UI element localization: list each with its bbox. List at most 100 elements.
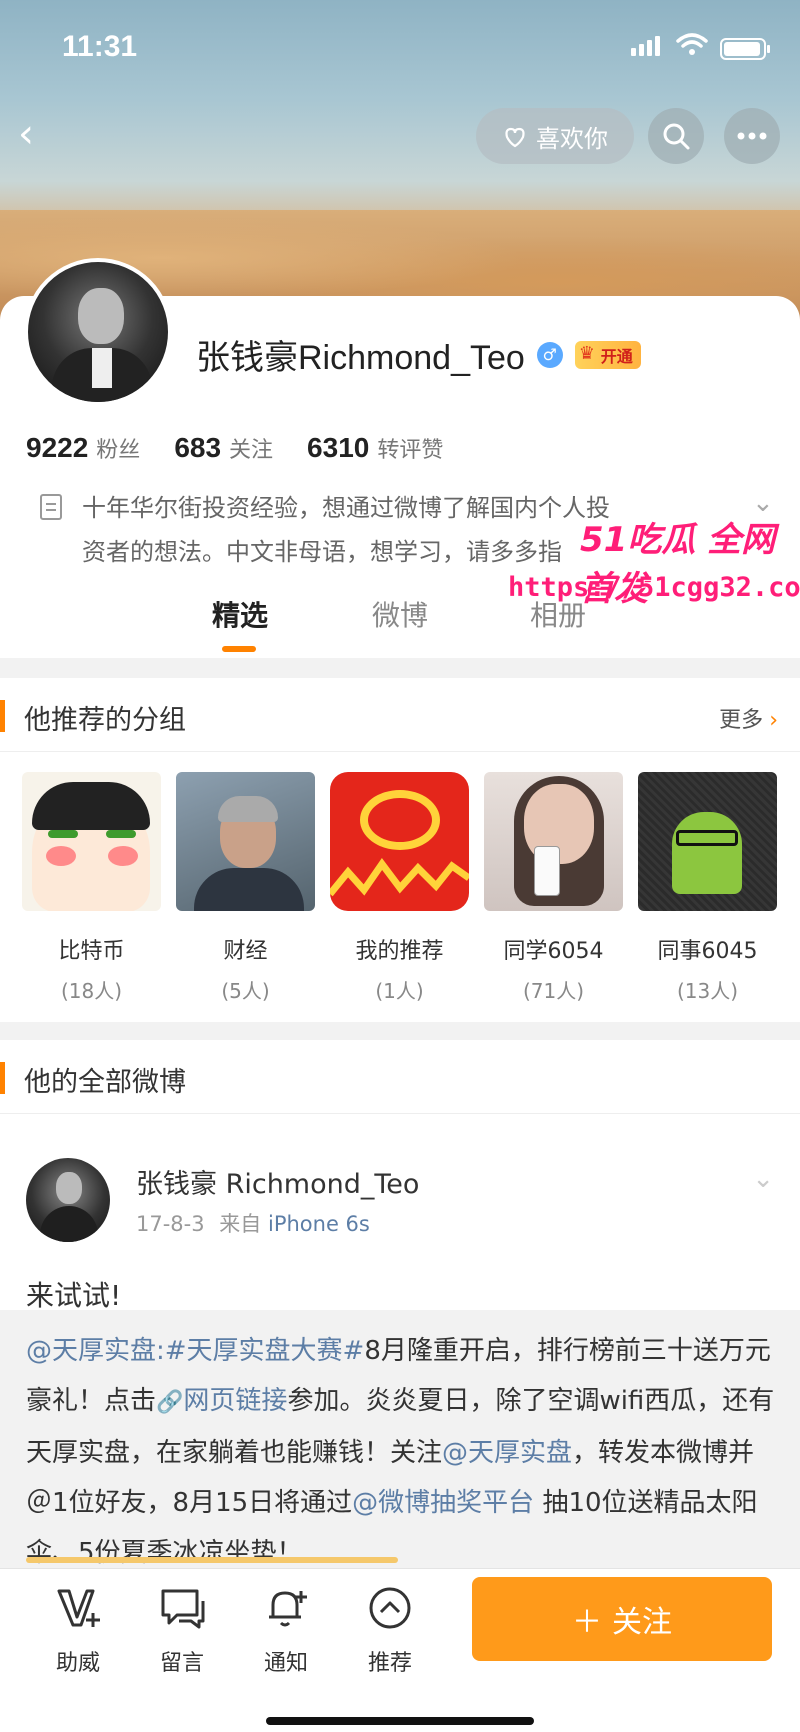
bio-line: 十年华尔街投资经验，想通过微博了解国内个人投 [82, 494, 610, 522]
content-peek [26, 1557, 398, 1563]
post-meta: 17-8-3 来自 iPhone 6s [136, 1208, 370, 1238]
status-time: 11:31 [62, 30, 138, 63]
group-thumbnail [484, 772, 623, 911]
message-icon [161, 1589, 205, 1629]
message-button[interactable]: 留言 [142, 1583, 222, 1677]
stat-label: 转评赞 [377, 438, 444, 463]
search-button[interactable] [648, 108, 704, 164]
bio-text: 十年华尔街投资经验，想通过微博了解国内个人投 资者的想法。中文非母语，想学习，请… [82, 486, 682, 574]
group-item[interactable]: 比特币 (18人) [22, 772, 161, 1004]
stat-num: 9222 [26, 432, 89, 463]
repost-mention-link[interactable]: @天厚实盘 [442, 1438, 572, 1468]
group-thumbnail [330, 772, 469, 911]
section-accent-bar [0, 700, 5, 732]
post-source: iPhone 6s [267, 1212, 370, 1236]
active-tab-indicator [222, 646, 256, 652]
like-you-label: 喜欢你 [536, 124, 608, 153]
cheer-label: 助威 [55, 1651, 100, 1676]
repost-mention-link[interactable]: @天厚实盘:#天厚实盘大赛# [26, 1336, 364, 1366]
reposted-content[interactable]: @天厚实盘:#天厚实盘大赛#8月隆重开启，排行榜前三十送万元豪礼！点击🔗网页链接… [0, 1310, 800, 1570]
search-icon [663, 123, 690, 150]
group-count: (71人) [522, 979, 585, 1003]
vip-badge[interactable]: 开通 [574, 340, 641, 369]
profile-stats: 9222 粉丝 683 关注 6310 转评赞 [26, 432, 443, 464]
repost-mention-link[interactable]: @微博抽奖平台 [352, 1488, 534, 1518]
hand-heart-icon [505, 127, 525, 148]
profile-tabs: 精选 微博 相册 [0, 590, 800, 658]
group-name: 同学6054 [503, 939, 604, 964]
chevron-down-icon[interactable]: ⌄ [752, 488, 774, 518]
male-icon: ♂ [536, 341, 563, 368]
stat-label: 粉丝 [96, 438, 141, 463]
stat-following[interactable]: 683 关注 [174, 432, 273, 464]
home-indicator [266, 1717, 534, 1725]
more-label: 更多 [719, 708, 764, 733]
more-link[interactable]: 更多 › [719, 702, 778, 734]
stat-interactions[interactable]: 6310 转评赞 [307, 432, 443, 464]
stat-num: 6310 [307, 432, 370, 463]
group-name: 财经 [223, 939, 268, 964]
bottom-action-bar: 助威 留言 通知 推荐 ＋ 关注 [0, 1557, 800, 1732]
link-icon: 🔗 [156, 1390, 184, 1415]
cheer-icon [57, 1589, 100, 1627]
tab-album[interactable]: 相册 [530, 594, 586, 634]
profile-name-row: 张钱豪Richmond_Teo ♂ 开通 [196, 330, 641, 379]
back-icon[interactable]: ‹ [18, 114, 58, 154]
group-count: (18人) [60, 979, 123, 1003]
message-label: 留言 [159, 1651, 204, 1676]
section-header: 他推荐的分组 更多 › [0, 678, 800, 752]
profile-name: 张钱豪Richmond_Teo [196, 339, 525, 377]
recommend-icon [369, 1587, 411, 1629]
notify-label: 通知 [263, 1651, 308, 1676]
stat-fans[interactable]: 9222 粉丝 [26, 432, 140, 464]
tab-weibo[interactable]: 微博 [372, 594, 428, 634]
follow-button[interactable]: ＋ 关注 [472, 1577, 772, 1661]
group-count: (5人) [221, 979, 270, 1003]
cheer-button[interactable]: 助威 [38, 1583, 118, 1677]
signal-icon [631, 36, 660, 56]
profile-avatar[interactable] [24, 258, 172, 406]
group-name: 同事6045 [657, 939, 758, 964]
bio-line: 资者的想法。中文非母语，想学习，请多多指 [82, 538, 562, 566]
group-item[interactable]: 同学6054 (71人) [484, 772, 623, 1004]
group-item[interactable]: 同事6045 (13人) [638, 772, 777, 1004]
chevron-down-icon[interactable]: ⌄ [752, 1164, 774, 1194]
group-thumbnail [176, 772, 315, 911]
stat-num: 683 [174, 432, 222, 463]
more-button[interactable] [724, 108, 780, 164]
post-avatar[interactable] [26, 1158, 110, 1242]
notify-button[interactable]: 通知 [246, 1583, 326, 1677]
post-text: 来试试! [26, 1279, 122, 1312]
status-bar: 11:31 [0, 0, 800, 90]
document-icon [40, 494, 62, 520]
more-icon [737, 132, 767, 140]
tab-featured[interactable]: 精选 [212, 594, 268, 634]
recommend-button[interactable]: 推荐 [350, 1583, 430, 1677]
group-item[interactable]: 我的推荐 (1人) [330, 772, 469, 1004]
group-count: (13人) [676, 979, 739, 1003]
web-link-label: 网页链接 [183, 1386, 288, 1416]
post-from: 来自 [219, 1212, 262, 1236]
stat-label: 关注 [229, 438, 274, 463]
section-title: 他的全部微博 [24, 1067, 186, 1098]
battery-icon [720, 38, 770, 60]
section-header: 他的全部微博 [0, 1040, 800, 1114]
group-name: 我的推荐 [355, 939, 444, 964]
recommend-label: 推荐 [367, 1651, 412, 1676]
group-thumbnail [638, 772, 777, 911]
web-link[interactable]: 🔗网页链接 [156, 1386, 287, 1416]
group-thumbnail [22, 772, 161, 911]
group-item[interactable]: 财经 (5人) [176, 772, 315, 1004]
like-you-button[interactable]: 喜欢你 [476, 108, 634, 164]
section-accent-bar [0, 1062, 5, 1094]
chevron-right-icon: › [769, 708, 778, 733]
plus-icon: ＋ [572, 1605, 602, 1640]
post-author[interactable]: 张钱豪 Richmond_Teo [136, 1162, 419, 1201]
group-list: 比特币 (18人) 财经 (5人) 我的推荐 (1人) 同学6054 (71人)… [22, 772, 777, 1004]
bell-icon [269, 1591, 307, 1627]
follow-label: 关注 [612, 1605, 672, 1640]
vip-label: 开通 [600, 346, 633, 366]
repost-text: @天厚实盘:#天厚实盘大赛#8月隆重开启，排行榜前三十送万元豪礼！点击🔗网页链接… [26, 1326, 776, 1578]
group-name: 比特币 [58, 939, 125, 964]
recommended-groups-section: 他推荐的分组 更多› 比特币 (18人) 财经 (5人) 我的推荐 (1人) [0, 678, 800, 1022]
